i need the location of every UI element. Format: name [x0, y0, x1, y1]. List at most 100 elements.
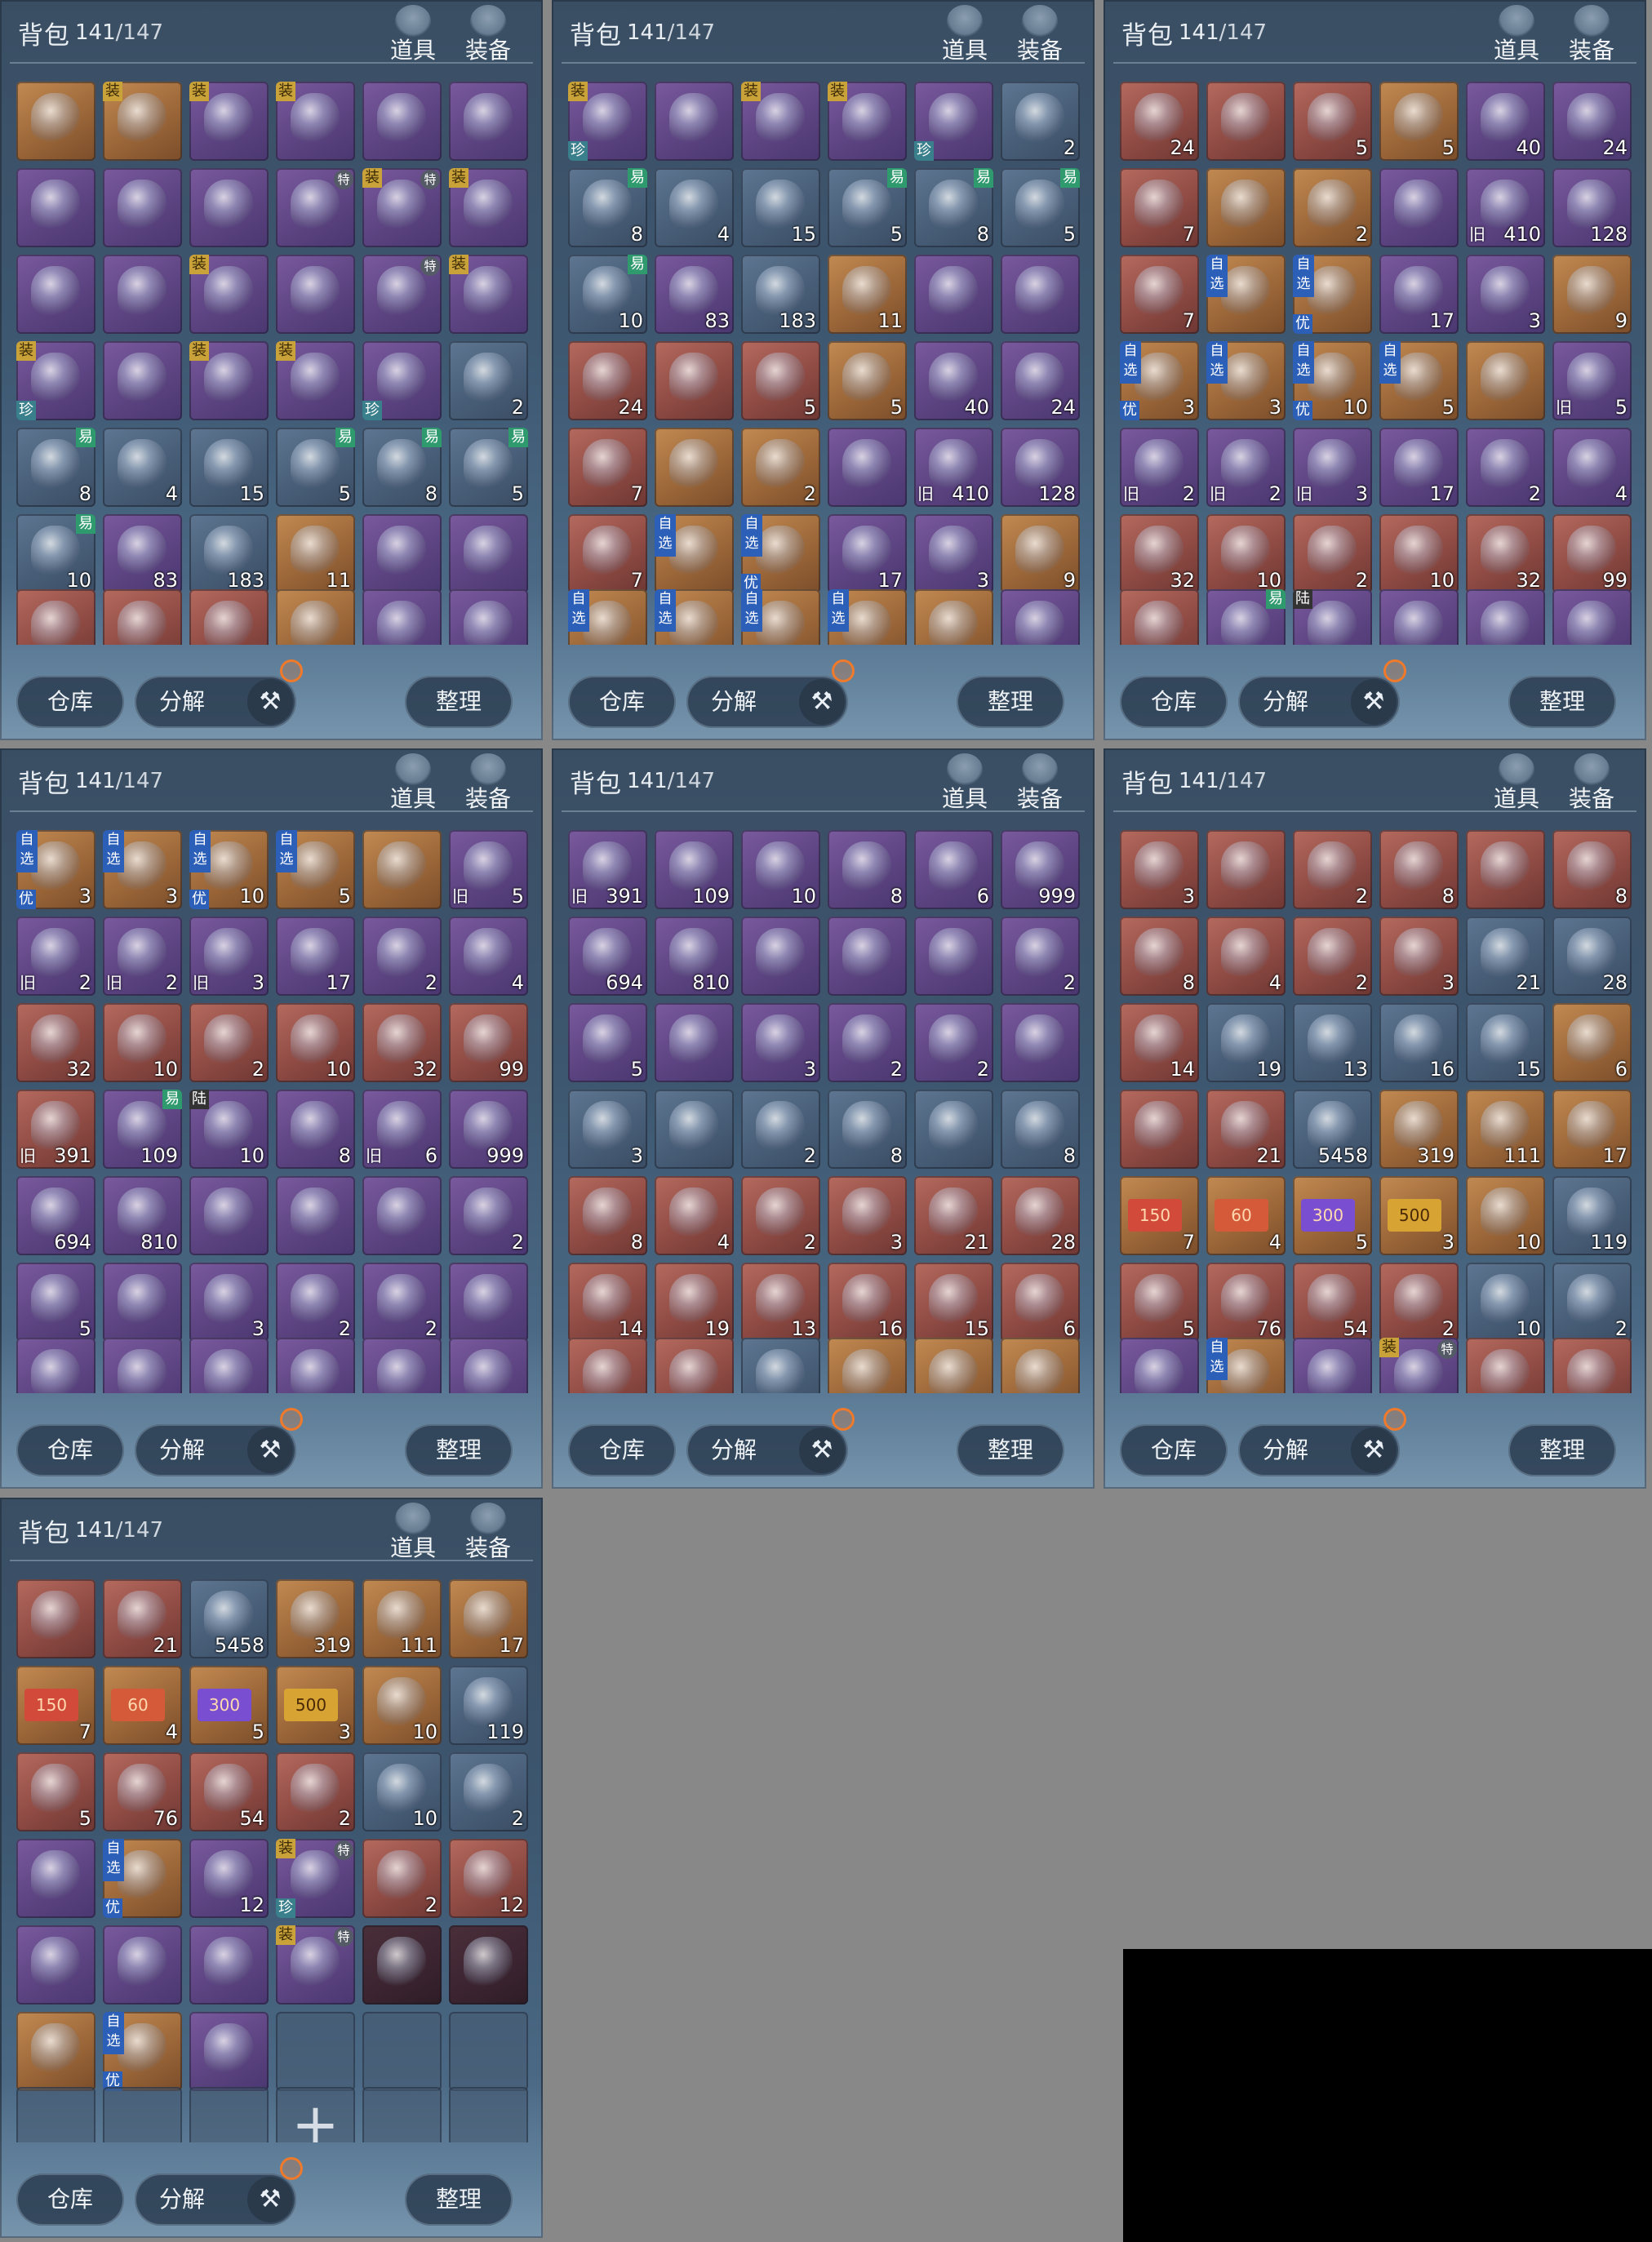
inventory-slot[interactable]: 8	[276, 1338, 355, 1393]
warehouse-button[interactable]: 仓库	[568, 1424, 676, 1476]
inventory-slot[interactable]: 8	[1120, 917, 1199, 996]
inventory-slot[interactable]: 8	[1379, 830, 1459, 909]
inventory-slot[interactable]: 60 4	[103, 1666, 182, 1745]
inventory-slot[interactable]: 5458	[741, 1338, 820, 1393]
inventory-slot[interactable]: 2	[189, 1338, 269, 1393]
inventory-slot[interactable]: 特	[276, 168, 355, 247]
inventory-slot[interactable]: 14	[568, 1263, 647, 1342]
inventory-slot[interactable]: 4	[449, 917, 528, 996]
inventory-slot[interactable]: 40	[1466, 82, 1545, 161]
inventory-slot[interactable]: 5	[741, 341, 820, 420]
inventory-slot[interactable]: 2	[741, 1090, 820, 1169]
inventory-slot[interactable]: 24	[568, 341, 647, 420]
inventory-slot[interactable]: 2	[1552, 1263, 1632, 1342]
inventory-slot[interactable]	[16, 255, 95, 334]
inventory-slot[interactable]: 装	[449, 255, 528, 334]
inventory-slot[interactable]: 8	[1552, 830, 1632, 909]
inventory-slot[interactable]: 32	[1466, 514, 1545, 593]
inventory-slot[interactable]: 9	[1552, 255, 1632, 334]
inventory-slot[interactable]: 21	[1206, 1090, 1286, 1169]
inventory-slot[interactable]: 易8	[16, 428, 95, 507]
inventory-slot[interactable]: 陆 10	[189, 1090, 269, 1169]
inventory-slot[interactable]: 易8	[568, 168, 647, 247]
sort-button[interactable]: 整理	[405, 1424, 513, 1476]
inventory-slot[interactable]: 装珍	[16, 341, 95, 420]
decompose-button[interactable]: 分解 ⚒	[1238, 1424, 1400, 1476]
inventory-slot[interactable]: 2	[828, 1003, 907, 1082]
inventory-slot[interactable]: 10	[362, 1666, 442, 1745]
inventory-slot[interactable]	[1206, 830, 1286, 909]
inventory-slot[interactable]	[362, 514, 442, 593]
sort-button[interactable]: 整理	[1508, 1424, 1616, 1476]
inventory-slot[interactable]: 17	[1001, 1338, 1080, 1393]
inventory-slot[interactable]: 装特珍	[1379, 1338, 1459, 1393]
inventory-slot[interactable]: 10	[741, 830, 820, 909]
inventory-slot[interactable]: 7	[568, 514, 647, 593]
inventory-slot[interactable]: 13	[741, 1263, 820, 1342]
tab-items[interactable]: 道具	[1494, 753, 1539, 814]
inventory-slot[interactable]	[276, 255, 355, 334]
inventory-slot[interactable]: 7	[568, 428, 647, 507]
inventory-slot[interactable]: 自选	[655, 589, 734, 645]
inventory-slot[interactable]: 特	[362, 255, 442, 334]
inventory-slot[interactable]: 2	[276, 1752, 355, 1831]
inventory-slot[interactable]: 5	[1120, 1263, 1199, 1342]
add-slot-icon[interactable]: +	[276, 2087, 355, 2142]
inventory-slot[interactable]: 2	[741, 428, 820, 507]
decompose-button[interactable]: 分解 ⚒	[135, 2173, 296, 2226]
inventory-slot[interactable]: 3	[1120, 830, 1199, 909]
inventory-slot[interactable]	[655, 428, 734, 507]
tab-items[interactable]: 道具	[942, 753, 988, 814]
inventory-slot[interactable]	[914, 917, 993, 996]
inventory-slot[interactable]: 4	[1552, 428, 1632, 507]
inventory-slot[interactable]: 999	[449, 1090, 528, 1169]
inventory-slot[interactable]: 旧 391	[1120, 589, 1199, 645]
inventory-slot[interactable]: 128	[1552, 168, 1632, 247]
inventory-slot[interactable]: 自选优	[1206, 1338, 1286, 1393]
hammer-icon[interactable]: ⚒	[799, 679, 845, 725]
inventory-slot[interactable]: 装	[276, 82, 355, 161]
tab-equipment[interactable]: 装备	[465, 1503, 511, 1563]
inventory-slot[interactable]: 3	[914, 514, 993, 593]
inventory-slot[interactable]: 2	[362, 1263, 442, 1342]
inventory-slot[interactable]: 旧6	[1466, 589, 1545, 645]
tab-equipment[interactable]: 装备	[465, 5, 511, 65]
inventory-slot[interactable]: 2	[189, 1003, 269, 1082]
inventory-slot[interactable]: 16	[1379, 1003, 1459, 1082]
inventory-slot[interactable]: 694	[568, 917, 647, 996]
inventory-slot[interactable]	[449, 82, 528, 161]
inventory-slot[interactable]: 810	[103, 1176, 182, 1255]
empty-slot[interactable]	[189, 2087, 269, 2142]
inventory-slot[interactable]: 694	[16, 1176, 95, 1255]
inventory-slot[interactable]	[1206, 82, 1286, 161]
inventory-slot[interactable]	[103, 168, 182, 247]
inventory-slot[interactable]: 14	[1120, 1003, 1199, 1082]
inventory-slot[interactable]: 装	[189, 82, 269, 161]
inventory-slot[interactable]: 易8	[362, 428, 442, 507]
inventory-slot[interactable]: 11	[276, 514, 355, 593]
inventory-slot[interactable]: 99	[449, 1003, 528, 1082]
inventory-slot[interactable]: 旧 391	[568, 830, 647, 909]
inventory-slot[interactable]: 3	[1379, 917, 1459, 996]
empty-slot[interactable]	[276, 2012, 355, 2091]
inventory-slot[interactable]: 旧6	[362, 1090, 442, 1169]
inventory-slot[interactable]: 60 4	[1206, 1176, 1286, 1255]
inventory-slot[interactable]	[914, 589, 993, 645]
inventory-slot[interactable]: 8	[828, 830, 907, 909]
inventory-slot[interactable]	[828, 917, 907, 996]
inventory-slot[interactable]: 21	[103, 1579, 182, 1658]
sort-button[interactable]: 整理	[957, 1424, 1064, 1476]
inventory-slot[interactable]: 自选 5	[1379, 341, 1459, 420]
inventory-slot[interactable]: 999	[1552, 589, 1632, 645]
decompose-button[interactable]: 分解 ⚒	[686, 676, 848, 728]
inventory-slot[interactable]: 13	[1293, 1003, 1372, 1082]
inventory-slot[interactable]	[16, 589, 95, 645]
inventory-slot[interactable]: 7	[1120, 255, 1199, 334]
inventory-slot[interactable]	[16, 1925, 95, 2004]
inventory-slot[interactable]: 21	[914, 1176, 993, 1255]
inventory-slot[interactable]: 易 10	[16, 514, 95, 593]
inventory-slot[interactable]: 300 5	[189, 1666, 269, 1745]
inventory-slot[interactable]: 旧 410	[1466, 168, 1545, 247]
tab-equipment[interactable]: 装备	[1569, 753, 1614, 814]
inventory-slot[interactable]: 装	[741, 82, 820, 161]
